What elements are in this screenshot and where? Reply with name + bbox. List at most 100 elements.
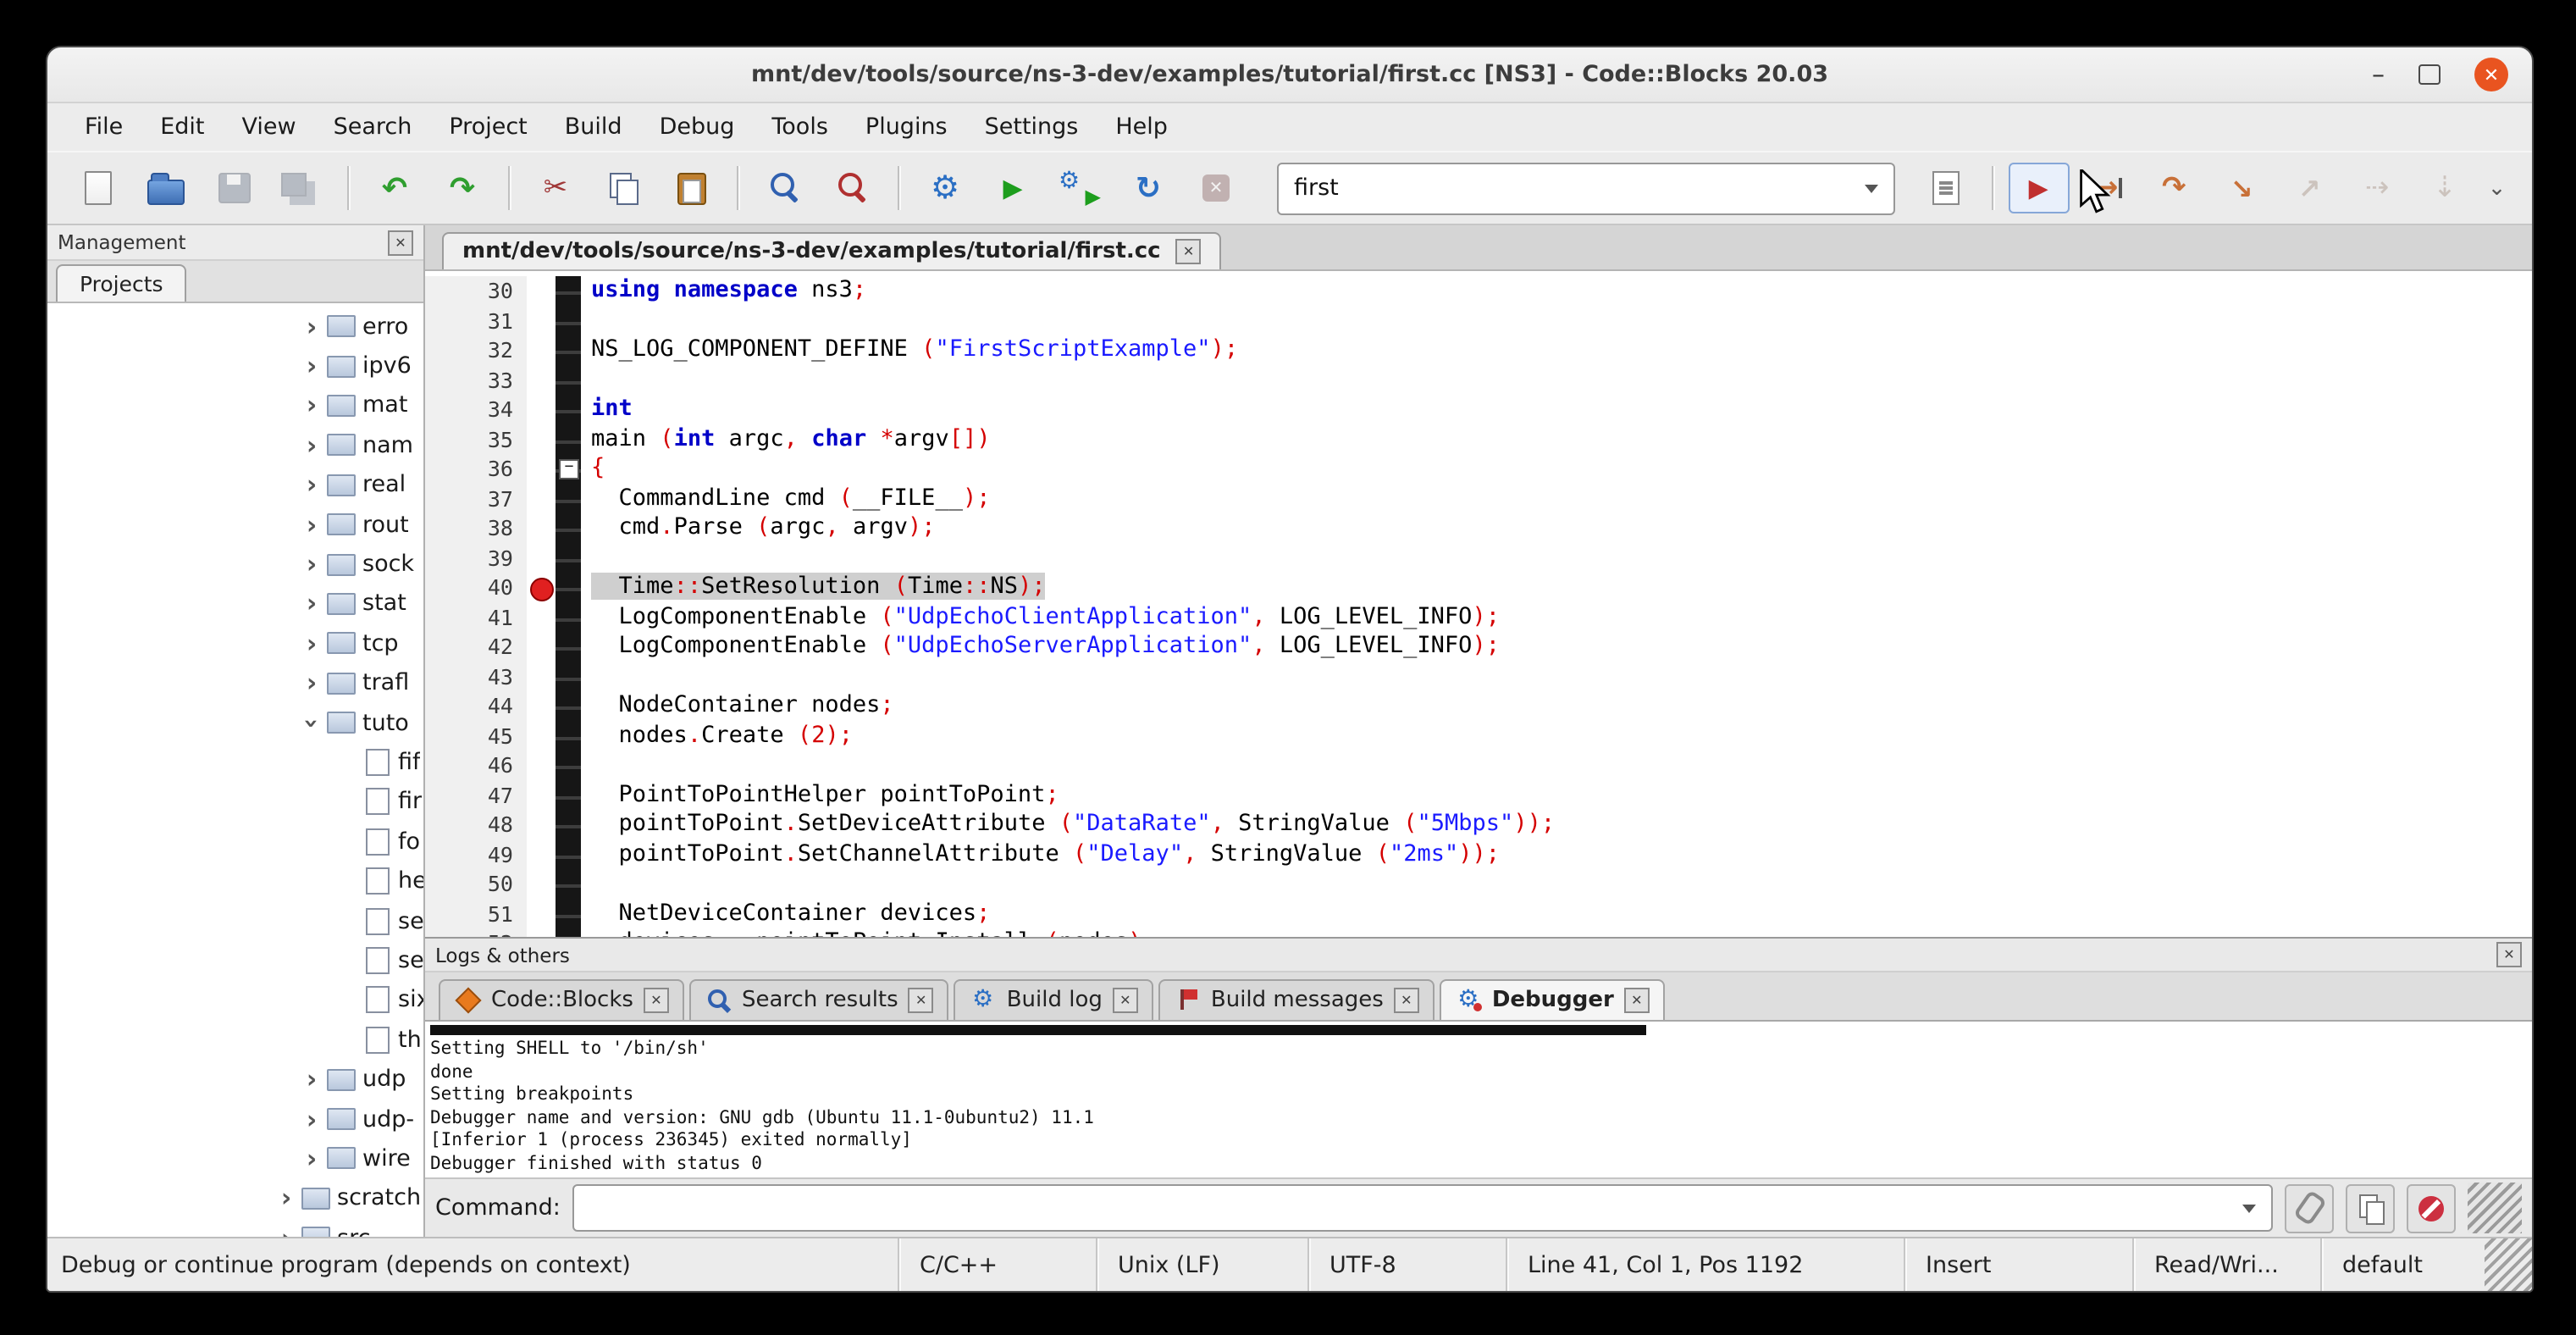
open-file-icon[interactable]: [135, 163, 196, 213]
build-target-input[interactable]: [1279, 174, 1849, 202]
panel-resize-grip[interactable]: [2468, 1183, 2522, 1233]
menu-build[interactable]: Build: [548, 108, 639, 146]
tree-item-he[interactable]: he: [47, 861, 423, 901]
undo-icon[interactable]: [364, 163, 425, 213]
step-into-icon[interactable]: [2211, 163, 2272, 213]
build-icon[interactable]: [915, 163, 976, 213]
menu-debug[interactable]: Debug: [643, 108, 752, 146]
copy-log-icon[interactable]: [2346, 1183, 2395, 1233]
chevron-right-icon[interactable]: ›: [300, 549, 323, 579]
tree-item-src[interactable]: ›src: [47, 1218, 423, 1237]
tree-item-wire[interactable]: ›wire: [47, 1138, 423, 1178]
chevron-right-icon[interactable]: ›: [300, 351, 323, 381]
next-line-icon[interactable]: [2143, 163, 2204, 213]
tree-item-udp[interactable]: ›udp-: [47, 1100, 423, 1139]
chevron-right-icon[interactable]: ›: [300, 509, 323, 540]
chevron-right-icon[interactable]: ›: [300, 668, 323, 698]
tree-item-stat[interactable]: ›stat: [47, 584, 423, 623]
find-icon[interactable]: [754, 163, 815, 213]
menu-project[interactable]: Project: [432, 108, 544, 146]
log-tab-code-blocks[interactable]: Code::Blocks✕: [439, 979, 684, 1020]
rebuild-icon[interactable]: [1118, 163, 1179, 213]
chevron-right-icon[interactable]: ›: [300, 470, 323, 501]
log-tab-build-messages[interactable]: Build messages✕: [1158, 979, 1434, 1020]
tree-item-fir[interactable]: fir: [47, 782, 423, 822]
build-and-run-icon[interactable]: [1050, 163, 1111, 213]
cut-icon[interactable]: [525, 163, 586, 213]
toolbar-overflow-chevron-icon[interactable]: ⌄: [2479, 175, 2515, 201]
tree-item-trafl[interactable]: ›trafl: [47, 663, 423, 703]
debug-continue-icon[interactable]: [2008, 163, 2069, 213]
tree-item-nam[interactable]: ›nam: [47, 425, 423, 465]
log-tab-build-log[interactable]: Build log✕: [954, 979, 1153, 1020]
chevron-right-icon[interactable]: ›: [300, 391, 323, 421]
build-target-combo[interactable]: [1277, 162, 1894, 214]
close-tab-icon[interactable]: ✕: [1394, 987, 1419, 1012]
tab-projects[interactable]: Projects: [56, 264, 187, 302]
menu-file[interactable]: File: [68, 108, 140, 146]
close-tab-icon[interactable]: ✕: [1113, 987, 1138, 1012]
tree-item-erro[interactable]: ›erro: [47, 307, 423, 346]
tree-item-udp[interactable]: ›udp: [47, 1060, 423, 1100]
tree-item-se[interactable]: se: [47, 901, 423, 941]
new-file-icon[interactable]: [68, 163, 129, 213]
tree-item-tuto[interactable]: ›tuto: [47, 703, 423, 743]
code-editor[interactable]: 30using namespace ns3;3132NS_LOG_COMPONE…: [425, 271, 2532, 937]
redo-icon[interactable]: [432, 163, 493, 213]
chevron-right-icon[interactable]: ›: [300, 1104, 323, 1134]
command-input[interactable]: [574, 1195, 2227, 1221]
menu-edit[interactable]: Edit: [143, 108, 221, 146]
tree-item-tcp[interactable]: ›tcp: [47, 623, 423, 663]
titlebar[interactable]: mnt/dev/tools/source/ns-3-dev/examples/t…: [47, 47, 2532, 103]
chevron-right-icon[interactable]: ›: [300, 430, 323, 461]
breakpoint-marker[interactable]: [527, 573, 556, 602]
tree-item-mat[interactable]: ›mat: [47, 386, 423, 426]
run-icon[interactable]: [982, 163, 1043, 213]
close-tab-icon[interactable]: ✕: [644, 987, 669, 1012]
menu-tools[interactable]: Tools: [755, 108, 845, 146]
maximize-button[interactable]: [2418, 64, 2441, 85]
menu-settings[interactable]: Settings: [968, 108, 1096, 146]
tree-item-se[interactable]: se: [47, 941, 423, 981]
chevron-right-icon[interactable]: ›: [300, 629, 323, 659]
stop-icon[interactable]: [2407, 1183, 2456, 1233]
tree-item-rout[interactable]: ›rout: [47, 505, 423, 545]
debugger-log[interactable]: Setting SHELL to '/bin/sh'doneSetting br…: [425, 1022, 2532, 1177]
tree-item-ipv6[interactable]: ›ipv6: [47, 346, 423, 386]
tree-item-scratch[interactable]: ›scratch: [47, 1178, 423, 1218]
menu-search[interactable]: Search: [317, 108, 429, 146]
chevron-right-icon[interactable]: ›: [300, 311, 323, 341]
paperclip-icon[interactable]: [2285, 1183, 2334, 1233]
close-logs-icon[interactable]: ✕: [2496, 942, 2522, 967]
log-tab-debugger[interactable]: Debugger✕: [1440, 979, 1665, 1020]
command-combo[interactable]: [572, 1184, 2273, 1232]
editor-tab-first-cc[interactable]: mnt/dev/tools/source/ns-3-dev/examples/t…: [442, 232, 1222, 269]
replace-icon[interactable]: [821, 163, 882, 213]
menu-plugins[interactable]: Plugins: [849, 108, 965, 146]
close-management-icon[interactable]: ✕: [388, 230, 413, 255]
combo-dropdown-icon[interactable]: [1849, 184, 1893, 192]
command-dropdown-icon[interactable]: [2227, 1204, 2271, 1212]
tree-item-sock[interactable]: ›sock: [47, 545, 423, 584]
window-resize-grip[interactable]: [2485, 1238, 2532, 1291]
log-tab-search-results[interactable]: Search results✕: [689, 979, 949, 1020]
close-tab-icon[interactable]: ✕: [1624, 987, 1650, 1012]
tree-item-real[interactable]: ›real: [47, 465, 423, 505]
menu-view[interactable]: View: [225, 108, 313, 146]
fold-minus-icon[interactable]: [556, 454, 581, 484]
paste-icon[interactable]: [661, 163, 721, 213]
chevron-right-icon[interactable]: ›: [300, 589, 323, 619]
tree-item-th[interactable]: th: [47, 1020, 423, 1060]
menu-help[interactable]: Help: [1098, 108, 1185, 146]
tree-item-six[interactable]: six: [47, 980, 423, 1020]
close-tab-icon[interactable]: ✕: [909, 987, 934, 1012]
tree-item-fo[interactable]: fo: [47, 822, 423, 861]
chevron-right-icon[interactable]: ›: [274, 1222, 298, 1237]
close-button[interactable]: ✕: [2474, 58, 2508, 91]
chevron-right-icon[interactable]: ›: [274, 1183, 298, 1214]
chevron-down-icon[interactable]: ›: [296, 711, 327, 734]
close-editor-tab-icon[interactable]: ✕: [1176, 239, 1202, 264]
build-target-info-icon[interactable]: [1915, 163, 1976, 213]
chevron-right-icon[interactable]: ›: [300, 1064, 323, 1094]
minimize-button[interactable]: –: [2372, 66, 2385, 83]
